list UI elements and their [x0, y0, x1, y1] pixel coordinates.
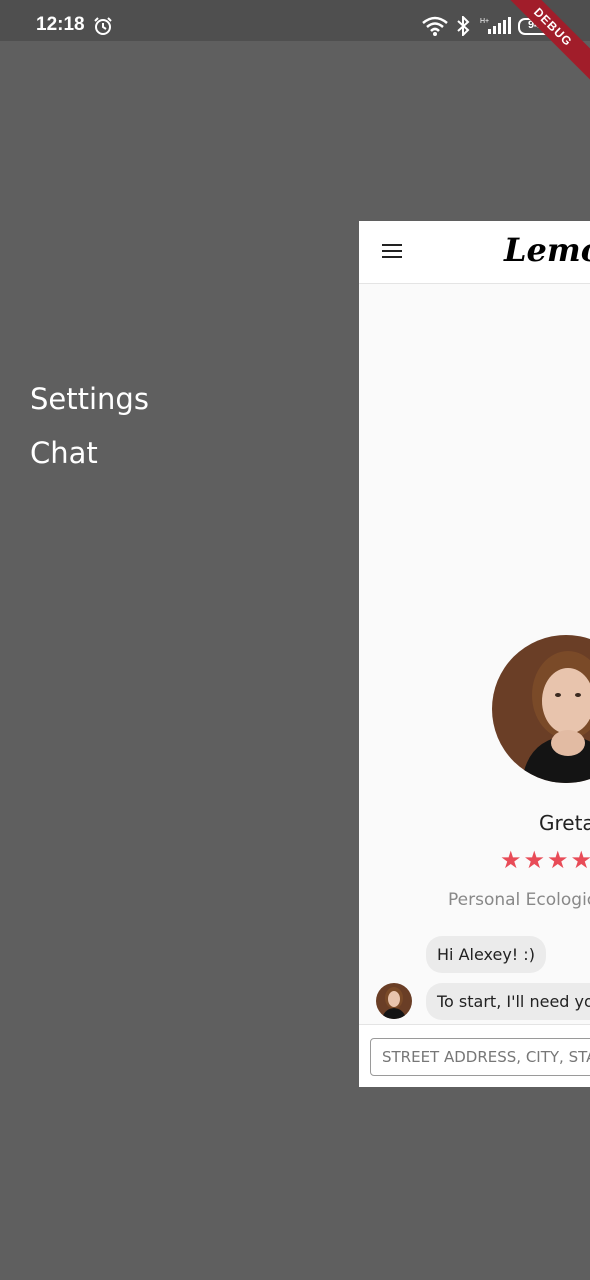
status-time: 12:18	[36, 14, 85, 35]
drawer-menu: Settings Chat	[30, 372, 149, 480]
chat-screen[interactable]: Lemonade Greta ★★★★★ Personal Ecological…	[359, 221, 590, 1087]
rating-stars: ★★★★★	[500, 846, 590, 874]
hamburger-menu-icon[interactable]	[382, 244, 402, 260]
svg-text:H+: H+	[480, 18, 489, 25]
wifi-icon	[422, 16, 448, 36]
profile-role: Personal Ecological	[448, 890, 590, 910]
signal-icon: H+	[480, 17, 511, 34]
star-icon: ★	[523, 846, 548, 874]
star-icon: ★	[547, 846, 571, 874]
star-icon: ★	[500, 846, 524, 874]
status-bar: 12:18 H+ 94	[0, 0, 590, 41]
star-icon: ★	[570, 846, 590, 874]
chat-message: Hi Alexey! :)	[426, 936, 546, 973]
profile-avatar	[492, 635, 590, 783]
profile-name: Greta	[539, 811, 590, 835]
menu-item-settings[interactable]: Settings	[30, 372, 149, 426]
address-input[interactable]	[370, 1038, 590, 1076]
app-title: Lemonade	[504, 231, 590, 269]
alarm-icon	[94, 17, 112, 35]
menu-item-chat[interactable]: Chat	[30, 426, 149, 480]
chat-message: To start, I'll need your	[426, 983, 590, 1020]
app-bar: Lemonade	[359, 221, 590, 284]
bluetooth-icon	[457, 16, 470, 36]
input-bar	[359, 1024, 590, 1087]
sender-avatar	[376, 983, 412, 1019]
